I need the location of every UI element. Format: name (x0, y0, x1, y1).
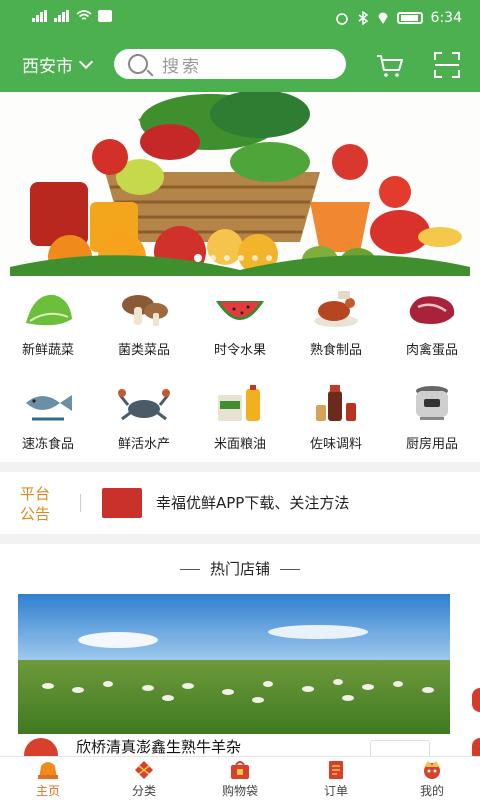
signal-icon (32, 10, 48, 22)
cart-icon[interactable] (376, 54, 404, 78)
rice-cooker-icon (416, 386, 448, 420)
shopping-bag-icon (231, 761, 249, 779)
signal-icon-2 (54, 10, 70, 22)
category-item-deli[interactable]: 熟食制品 (288, 276, 384, 368)
floating-side-button[interactable] (472, 688, 480, 712)
category-grid: 新鲜蔬菜 菌类菜品 时令水果 熟食制品 肉禽蛋品 速冻食品 鲜活水产 米面粮油 … (0, 276, 480, 462)
category-icon (135, 761, 153, 779)
status-bar: 6:34 (0, 0, 480, 40)
watermelon-icon (216, 301, 264, 320)
category-label: 肉禽蛋品 (405, 343, 458, 358)
tab-mine[interactable]: 我的 (384, 757, 480, 800)
category-item-vegetables[interactable]: 新鲜蔬菜 (0, 276, 96, 368)
wifi-icon (76, 10, 92, 20)
meat-icon (409, 296, 455, 324)
category-label: 米面粮油 (213, 437, 266, 452)
tab-label: 主页 (35, 784, 60, 798)
frozen-fish-icon (26, 395, 72, 421)
banner-carousel[interactable] (0, 92, 480, 276)
enter-shop-button[interactable] (370, 740, 430, 756)
category-label: 时令水果 (213, 343, 266, 358)
search-placeholder: 搜索 (162, 56, 202, 77)
tab-orders[interactable]: 订单 (288, 757, 384, 800)
category-item-meat[interactable]: 肉禽蛋品 (384, 276, 480, 368)
grassland-sheep-image (18, 594, 450, 734)
category-label: 菌类菜品 (117, 343, 170, 358)
chevron-down-icon (78, 54, 94, 69)
tab-category[interactable]: 分类 (96, 757, 192, 800)
tab-label: 购物袋 (221, 784, 258, 798)
category-item-grain-oil[interactable]: 米面粮油 (192, 368, 288, 462)
order-icon (329, 761, 343, 779)
category-item-seasoning[interactable]: 佐味调料 (288, 368, 384, 462)
profile-icon (424, 761, 440, 779)
carousel-indicator (0, 254, 480, 262)
platform-notice[interactable]: 平台公告 幸福优鲜APP下载、关注方法 (0, 472, 480, 534)
category-label: 佐味调料 (309, 437, 362, 452)
category-item-mushrooms[interactable]: 菌类菜品 (96, 276, 192, 368)
tab-label: 订单 (323, 784, 348, 798)
roast-duck-icon (314, 291, 358, 327)
scan-icon[interactable] (434, 52, 460, 78)
tab-label: 我的 (419, 784, 444, 798)
category-label: 厨房用品 (405, 437, 458, 452)
category-label: 速冻食品 (21, 437, 74, 452)
bottom-tab-bar: 主页 分类 购物袋 订单 我的 (0, 756, 480, 800)
category-item-kitchen[interactable]: 厨房用品 (384, 368, 480, 462)
category-item-seafood[interactable]: 鲜活水产 (96, 368, 192, 462)
vegetable-icon (26, 294, 72, 326)
vegetable-basket-image (0, 92, 480, 276)
search-icon (128, 54, 148, 74)
status-time: 6:34 (430, 10, 462, 26)
category-label: 新鲜蔬菜 (21, 343, 74, 358)
notice-thumbnail (102, 488, 142, 518)
notice-message: 幸福优鲜APP下载、关注方法 (156, 494, 350, 512)
shop-card-image[interactable] (18, 594, 450, 734)
bluetooth-icon (358, 11, 368, 25)
alarm-icon (335, 13, 348, 25)
notice-divider (80, 494, 81, 512)
tab-home[interactable]: 主页 (0, 757, 96, 800)
city-label: 西安市 (22, 57, 73, 77)
city-selector[interactable]: 西安市 (22, 52, 94, 77)
top-bar: 6:34 西安市 搜索 (0, 0, 480, 92)
category-label: 鲜活水产 (117, 437, 170, 452)
location-icon (378, 12, 388, 24)
status-left (32, 10, 112, 22)
hot-shops-section: 热门店铺 欣桥清真澎鑫生熟牛羊杂 (0, 544, 480, 772)
seasoning-icon (316, 385, 356, 421)
category-label: 熟食制品 (309, 343, 362, 358)
shop-name: 欣桥清真澎鑫生熟牛羊杂 (76, 738, 242, 756)
crab-icon (118, 389, 170, 421)
shop-info-row[interactable]: 欣桥清真澎鑫生熟牛羊杂 (18, 734, 450, 772)
home-icon (38, 762, 58, 779)
tab-bag[interactable]: 购物袋 (192, 757, 288, 800)
battery-icon (396, 12, 423, 24)
mushroom-icon (122, 295, 168, 326)
tab-label: 分类 (131, 784, 156, 798)
section-title: 热门店铺 (0, 558, 480, 579)
rice-oil-icon (218, 385, 260, 421)
app-notification-icon (98, 10, 112, 22)
category-item-frozen[interactable]: 速冻食品 (0, 368, 96, 462)
notice-tag: 平台公告 (20, 485, 51, 523)
status-right: 6:34 (335, 10, 462, 26)
search-input[interactable]: 搜索 (114, 49, 346, 79)
category-item-fruits[interactable]: 时令水果 (192, 276, 288, 368)
header: 西安市 搜索 (0, 40, 480, 92)
